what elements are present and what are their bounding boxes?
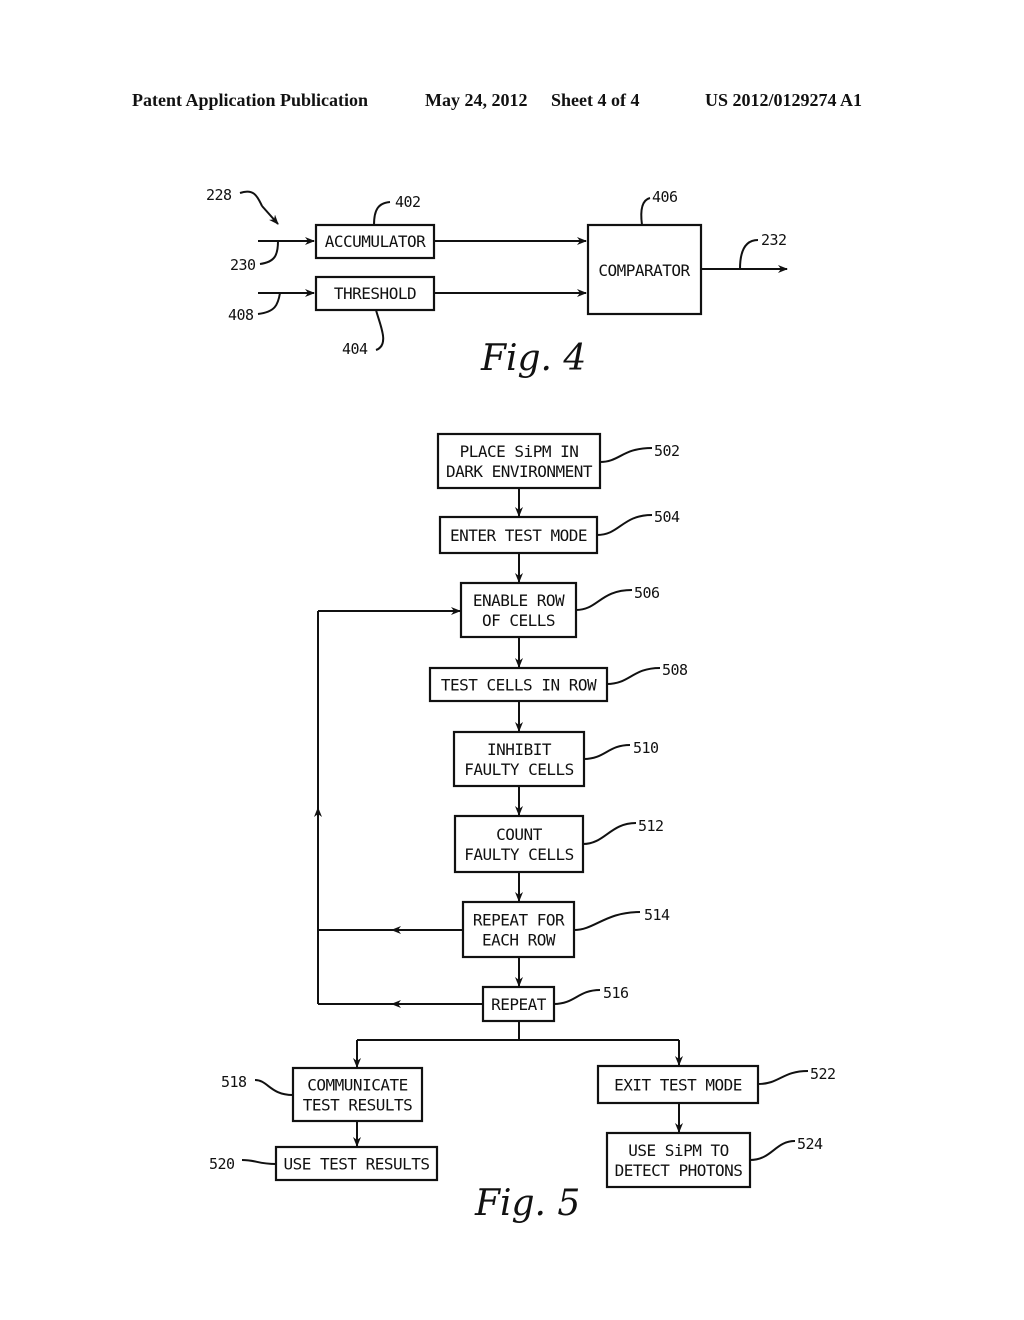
step-516-label: REPEAT: [491, 995, 547, 1014]
step-524-label: DETECT PHOTONS: [615, 1161, 743, 1180]
threshold-label: THRESHOLD: [334, 284, 416, 303]
ref-504: 504: [654, 508, 680, 526]
ref-232: 232: [761, 231, 787, 249]
leader-228: [239, 190, 263, 207]
leader-524: [749, 1140, 796, 1161]
ref-406: 406: [652, 188, 678, 206]
step-514-label: REPEAT FOR: [473, 911, 565, 930]
ref-404: 404: [342, 340, 368, 358]
fig5-caption: Fig. 5: [474, 1183, 580, 1224]
fig5-flowchart: PLACE SiPM INDARK ENVIRONMENT 502 ENTER TE…: [209, 432, 836, 1189]
ref-502: 502: [654, 442, 680, 460]
step-524-label: USE SiPM TO: [628, 1141, 728, 1160]
ref-520: 520: [209, 1155, 235, 1173]
ref-230: 230: [230, 256, 256, 274]
ref-508: 508: [662, 661, 688, 679]
ref-512: 512: [638, 817, 664, 835]
ref-402: 402: [395, 193, 421, 211]
split-left: [357, 1021, 520, 1041]
ref-506: 506: [634, 584, 660, 602]
leader-502: [599, 447, 653, 463]
step-514-label: EACH ROW: [482, 931, 556, 950]
accumulator-label: ACCUMULATOR: [325, 232, 426, 251]
ref-408: 408: [228, 306, 254, 324]
step-518-label: TEST RESULTS: [303, 1096, 413, 1115]
leader-402: [373, 201, 391, 226]
step-518-label: COMMUNICATE: [307, 1076, 407, 1095]
ref-228: 228: [206, 186, 232, 204]
step-506-label: OF CELLS: [482, 611, 555, 630]
arrow-228: [261, 205, 279, 225]
leader-408: [257, 292, 281, 315]
step-522-label: EXIT TEST MODE: [614, 1076, 742, 1095]
ref-516: 516: [603, 984, 629, 1002]
ref-524: 524: [797, 1135, 823, 1153]
leader-514: [573, 911, 641, 931]
comparator-label: COMPARATOR: [598, 261, 690, 280]
leader-522: [757, 1070, 809, 1085]
leader-404: [375, 309, 385, 351]
step-512-label: FAULTY CELLS: [464, 845, 574, 864]
step-502-label: DARK ENVIRONMENT: [446, 462, 593, 481]
step-510-label: INHIBIT: [487, 740, 552, 759]
leader-504: [596, 514, 653, 536]
leader-518: [254, 1079, 294, 1096]
leader-506: [575, 589, 633, 611]
leader-516: [553, 989, 601, 1005]
leader-512: [582, 822, 637, 845]
step-502-label: PLACE SiPM IN: [460, 442, 579, 461]
step-508-label: TEST CELLS IN ROW: [441, 676, 597, 695]
step-504-label: ENTER TEST MODE: [450, 526, 587, 545]
step-512-label: COUNT: [496, 825, 543, 844]
leader-520: [241, 1159, 277, 1165]
leader-406: [640, 197, 651, 226]
step-520-label: USE TEST RESULTS: [283, 1155, 429, 1174]
leader-510: [583, 744, 631, 760]
step-510-label: FAULTY CELLS: [464, 760, 574, 779]
ref-522: 522: [810, 1065, 836, 1083]
leader-232: [739, 239, 759, 270]
ref-518: 518: [221, 1073, 247, 1091]
ref-514: 514: [644, 906, 670, 924]
leader-508: [606, 667, 661, 685]
fig4-diagram: 228 230 408 ACCUMULATOR 402 THRESHOLD 40…: [206, 186, 788, 379]
patent-drawing: 228 230 408 ACCUMULATOR 402 THRESHOLD 40…: [206, 186, 836, 1224]
leader-230: [259, 240, 279, 265]
step-506-label: ENABLE ROW: [473, 591, 565, 610]
ref-510: 510: [633, 739, 659, 757]
fig4-caption: Fig. 4: [480, 338, 586, 379]
